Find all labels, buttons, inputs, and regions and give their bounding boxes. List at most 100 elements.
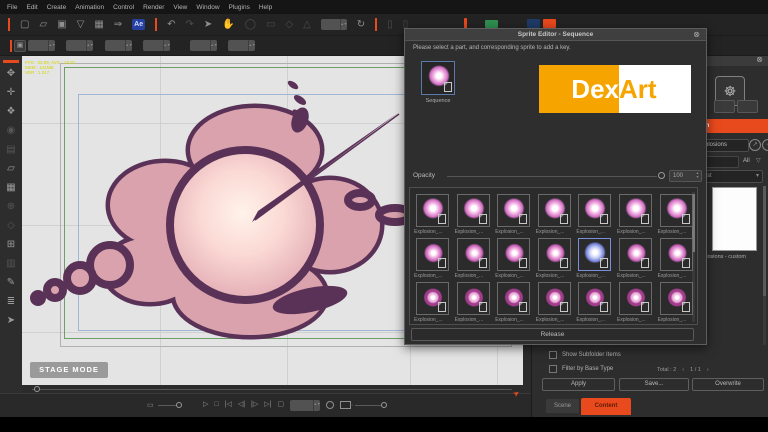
loop-button[interactable]: ▢ (277, 399, 284, 411)
sprite-cell[interactable] (537, 194, 571, 227)
sprite-cell[interactable] (537, 282, 571, 315)
pose-tool-icon[interactable]: ✛ (7, 88, 15, 98)
link-icon[interactable]: ↗ (749, 139, 761, 151)
sprite-cell[interactable] (578, 194, 612, 227)
after-effects-badge[interactable]: Ae (132, 19, 146, 30)
record-icon[interactable]: ◉ (7, 126, 16, 136)
stepper-arrows[interactable]: ▲▼ (694, 171, 701, 181)
menu-item-help[interactable]: Help (259, 4, 272, 11)
extra-icon-1[interactable]: ▯ (387, 19, 393, 30)
apply-button[interactable]: Apply (542, 378, 615, 391)
show-subfolder-checkbox[interactable]: Show Subfolder Items (549, 351, 621, 359)
filter-base-type-checkbox[interactable]: Filter by Base Type (549, 365, 613, 373)
sprite-cell[interactable] (416, 282, 449, 315)
tab-content[interactable]: Content (581, 398, 631, 415)
walk-tool-icon[interactable]: ✥ (7, 69, 15, 79)
play-button[interactable]: ▷ (203, 399, 208, 411)
stepper-arrows[interactable]: ▲▼ (313, 399, 321, 411)
step-forward-button[interactable]: |▷ (251, 399, 258, 411)
ruler-tool-icon[interactable]: ≣ (7, 297, 15, 307)
orange-tool-badge[interactable] (543, 19, 556, 28)
transform-field-1[interactable]: ▲▼ (28, 40, 55, 51)
menu-item-view[interactable]: View (173, 4, 187, 11)
pin-tool-icon[interactable]: ⊕ (7, 202, 15, 212)
stepper-arrows[interactable]: ▲▼ (48, 40, 55, 51)
page-next-icon[interactable]: › (707, 367, 709, 373)
stop-button[interactable]: □ (214, 399, 218, 411)
opacity-slider-handle[interactable] (658, 172, 665, 179)
basket-icon[interactable]: ▽ (77, 19, 85, 30)
jump-end-button[interactable]: ▷| (264, 399, 271, 411)
scroll-handle[interactable] (763, 186, 766, 296)
step-back-button[interactable]: ◁| (238, 399, 245, 411)
remove-icon[interactable]: − (762, 139, 768, 151)
sprite-cell[interactable] (456, 282, 490, 315)
undo-icon[interactable]: ↶ (167, 19, 175, 30)
checkbox-icon[interactable] (549, 365, 557, 373)
zoom-icon[interactable]: ◯ (245, 19, 256, 30)
export-icon[interactable]: ⇒ (114, 19, 122, 30)
menu-item-plugins[interactable]: Plugins (229, 4, 250, 11)
transform-field-2[interactable]: ▲▼ (66, 40, 93, 51)
camera-tool-icon[interactable]: ▤ (6, 145, 15, 155)
release-button[interactable]: Release (411, 328, 694, 341)
stepper-arrows[interactable]: ▲▼ (248, 40, 255, 51)
stepper-arrows[interactable]: ▲▼ (125, 40, 132, 51)
flip-icon[interactable]: ▭ (266, 19, 275, 30)
redo-icon[interactable]: ↷ (186, 19, 194, 30)
transform-field-6[interactable]: ▲▼ (228, 40, 255, 51)
overwrite-button[interactable]: Overwrite (692, 378, 764, 391)
menu-item-edit[interactable]: Edit (26, 4, 37, 11)
open-file-icon[interactable]: ▱ (39, 19, 47, 30)
panel-tab-2[interactable] (737, 100, 758, 113)
dialog-title-bar[interactable]: Sprite Editor - Sequence ⊗ (405, 29, 706, 41)
snap-toggle-button[interactable]: ▣ (14, 40, 26, 52)
menu-item-window[interactable]: Window (196, 4, 219, 11)
asset-thumbnail[interactable] (712, 187, 757, 251)
zoom-slider-handle[interactable] (176, 402, 182, 408)
sprite-cell[interactable] (659, 238, 693, 271)
onion-skin-button[interactable] (340, 401, 352, 409)
mirror-icon[interactable]: ◇ (285, 19, 293, 30)
sprite-cell[interactable] (659, 194, 693, 227)
reset-rotation-icon[interactable]: ↻ (357, 19, 365, 30)
angle-icon[interactable]: △ (303, 19, 311, 30)
zoom-out-icon[interactable]: ▭ (147, 402, 154, 409)
green-tool-badge[interactable] (485, 20, 498, 28)
menu-item-control[interactable]: Control (113, 4, 134, 11)
transform-field-3[interactable]: ▲▼ (105, 40, 132, 51)
grid-tool-icon[interactable]: ▥ (6, 259, 15, 269)
menu-item-file[interactable]: File (7, 4, 17, 11)
toolbar-dropdown[interactable]: ▲▼ (320, 19, 347, 30)
close-icon[interactable]: ⊗ (693, 30, 700, 40)
sequence-part-thumbnail[interactable] (421, 61, 455, 95)
stepper-arrows[interactable]: ▲▼ (339, 19, 347, 30)
sheet-tool-icon[interactable]: ▦ (6, 183, 15, 193)
sprite-cell[interactable] (456, 238, 490, 271)
speed-slider-handle[interactable] (381, 402, 387, 408)
panel-scrollbar[interactable] (763, 186, 766, 364)
opacity-slider-track[interactable] (447, 176, 657, 177)
sprite-cell[interactable] (619, 282, 652, 315)
stepper-arrows[interactable]: ▲▼ (86, 40, 93, 51)
panel-tab-1[interactable] (714, 100, 735, 113)
new-file-icon[interactable]: ▢ (20, 19, 29, 30)
pointer-icon[interactable]: ➤ (204, 19, 212, 30)
blue-tool-badge[interactable] (527, 19, 540, 28)
filter-icon[interactable]: ▽ (756, 157, 761, 164)
close-icon[interactable]: ⊗ (756, 55, 763, 65)
opacity-value-field[interactable]: 100 ▲ ▼ (669, 170, 702, 182)
save-button[interactable]: Save... (619, 378, 689, 391)
sprite-cell[interactable] (456, 194, 490, 227)
menu-item-render[interactable]: Render (143, 4, 164, 11)
transform-field-4[interactable]: ▲▼ (143, 40, 170, 51)
pen-tool-icon[interactable]: ✎ (7, 278, 15, 288)
scroll-handle[interactable] (34, 386, 40, 392)
explosion-artwork[interactable] (30, 75, 410, 350)
sprite-cell[interactable] (578, 238, 612, 271)
rig-tool-icon[interactable]: ❖ (7, 107, 16, 117)
page-prev-icon[interactable]: ‹ (682, 367, 684, 373)
select-rect-tool-icon[interactable]: ⊞ (7, 240, 15, 250)
sprite-cell[interactable] (497, 194, 531, 227)
sprite-cell[interactable] (578, 282, 612, 315)
